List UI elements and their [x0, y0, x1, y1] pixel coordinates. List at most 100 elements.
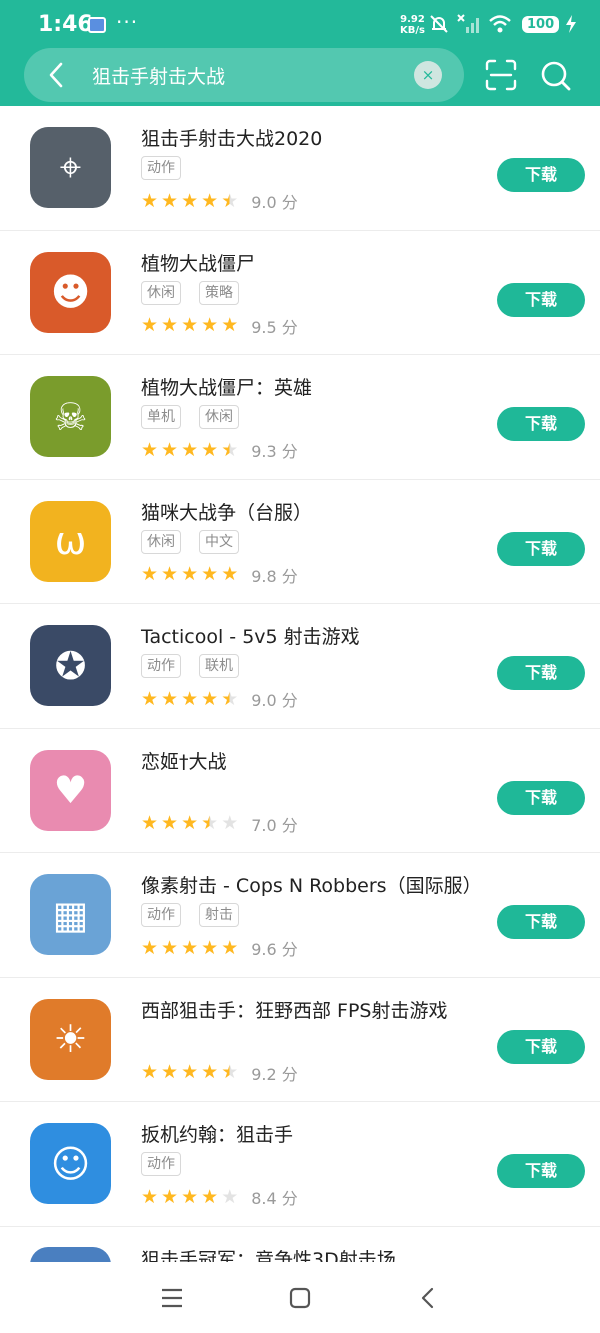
star-icon: ★: [181, 687, 199, 710]
app-name[interactable]: 植物大战僵尸: [141, 249, 255, 276]
app-tags: 动作 射击: [141, 903, 239, 927]
star-icon: ★: [141, 314, 159, 336]
app-tag: 策略: [199, 280, 239, 305]
star-icon: ★: [181, 563, 199, 585]
app-rating: ★ ★ ★ ★ ★ 9.6 分: [141, 936, 298, 960]
clear-search-button[interactable]: ×: [414, 61, 442, 89]
app-score: 9.0 分: [251, 691, 298, 710]
star-icon: ★: [141, 438, 159, 461]
app-name[interactable]: 恋姬†大战: [141, 747, 227, 774]
star-icon: ★: [141, 1061, 159, 1083]
app-icon[interactable]: ☠: [30, 376, 111, 457]
nav-back-button[interactable]: [408, 1282, 448, 1314]
app-tags: 动作: [141, 156, 181, 180]
search-icon: [541, 61, 571, 91]
app-tag: 动作: [141, 903, 181, 927]
app-tag: 射击: [199, 903, 239, 927]
download-button[interactable]: 下载: [497, 656, 585, 690]
app-tag: 休闲: [141, 280, 181, 305]
search-button[interactable]: [538, 58, 574, 94]
app-list-item[interactable]: ▦ 像素射击 - Cops N Robbers（国际服） 动作 射击 ★ ★ ★ ★ ★ 9.6 …: [0, 853, 600, 978]
app-name[interactable]: 植物大战僵尸：英雄: [141, 373, 312, 400]
recent-apps-button[interactable]: [152, 1282, 192, 1314]
app-list-item[interactable]: ☀ 西部狙击手：狂野西部 FPS射击游戏 ★ ★ ★ ★ ★ 9.2 分 下载: [0, 978, 600, 1102]
app-tag: 动作: [141, 1152, 181, 1176]
star-icon: ★: [221, 314, 239, 336]
app-list-item[interactable]: ♥ 恋姬†大战 ★ ★ ★ ★ ★ 7.0 分下载: [0, 729, 600, 853]
star-icon: ★: [161, 687, 179, 710]
download-button[interactable]: 下载: [497, 1029, 585, 1064]
app-name[interactable]: 扳机约翰：狙击手: [141, 1120, 293, 1147]
app-list-item[interactable]: ω 猫咪大战争（台服） 休闲 中文 ★ ★ ★ ★ ★ 9.8 分下载: [0, 480, 600, 604]
app-icon[interactable]: ♥: [30, 749, 111, 831]
app-tag: 中文: [199, 529, 239, 554]
rating-stars: ★ ★ ★ ★ ★: [141, 1187, 238, 1207]
search-input[interactable]: [92, 60, 402, 90]
rating-stars: ★ ★ ★ ★ ★: [141, 189, 238, 212]
app-tags: 动作 联机: [141, 654, 239, 678]
app-name[interactable]: 猫咪大战争（台服）: [141, 498, 312, 525]
app-icon-image: ⌖: [59, 145, 82, 189]
star-icon: ★: [161, 314, 179, 336]
star-icon: ★: [181, 812, 199, 834]
menu-icon: [162, 1288, 182, 1308]
app-icon[interactable]: ☺: [30, 1123, 111, 1204]
star-icon: ★: [141, 563, 159, 585]
app-score: 9.6 分: [251, 940, 298, 959]
app-icon[interactable]: ω: [30, 500, 111, 582]
app-list-item[interactable]: ✪ Tacticool - 5v5 射击游戏 动作 联机 ★ ★ ★ ★ ★ 9.0 分下载: [0, 604, 600, 729]
app-tags: 休闲 中文: [141, 529, 239, 554]
home-button[interactable]: [280, 1282, 320, 1314]
download-button[interactable]: 下载: [497, 407, 585, 441]
app-list-item[interactable]: ☺ 扳机约翰：狙击手 动作 ★ ★ ★ ★ ★ 8.4 分 下载: [0, 1102, 600, 1227]
app-name[interactable]: 狙击手冠军：竞争性3D射击场: [141, 1245, 396, 1263]
app-icon-image: ☠: [53, 394, 88, 439]
download-button[interactable]: 下载: [497, 905, 585, 939]
star-icon: ★: [201, 438, 219, 461]
star-icon: ★: [221, 563, 239, 585]
app-list-item[interactable]: ☻ 植物大战僵尸 休闲 策略 ★ ★ ★ ★ ★ 9.5 分下载: [0, 231, 600, 355]
download-button[interactable]: 下载: [497, 1154, 585, 1188]
star-icon: ★: [221, 936, 239, 959]
star-icon: ★: [201, 189, 219, 212]
download-button[interactable]: 下载: [497, 531, 585, 566]
app-icon-image: ☻: [50, 270, 91, 314]
back-button[interactable]: [38, 57, 74, 93]
app-list-item[interactable]: ⌖ 狙击手射击大战2020 动作 ★ ★ ★ ★ ★ 9.0 分 下载: [0, 106, 600, 231]
app-list-item[interactable]: ☠ 植物大战僵尸：英雄 单机 休闲 ★ ★ ★ ★ ★ 9.3 分下载: [0, 355, 600, 480]
app-rating: ★ ★ ★ ★ ★ 9.2 分: [141, 1061, 298, 1085]
app-icon[interactable]: [30, 1246, 111, 1262]
app-icon[interactable]: ☀: [30, 998, 111, 1080]
app-icon[interactable]: ☻: [30, 251, 111, 333]
app-icon[interactable]: ▦: [30, 874, 111, 955]
star-icon: ★: [141, 936, 159, 959]
app-tags: 休闲 策略: [141, 280, 239, 305]
rating-stars: ★ ★ ★ ★ ★: [141, 1063, 238, 1082]
app-icon-image: ω: [54, 519, 87, 563]
app-rating: ★ ★ ★ ★ ★ 9.0 分: [141, 189, 298, 213]
download-button[interactable]: 下载: [497, 158, 585, 192]
star-icon: ★: [201, 314, 219, 336]
download-button[interactable]: 下载: [497, 780, 585, 815]
app-rating: ★ ★ ★ ★ ★ 8.4 分: [141, 1185, 298, 1209]
app-name[interactable]: Tacticool - 5v5 射击游戏: [141, 622, 360, 649]
clock: 1:46: [38, 12, 93, 37]
app-name[interactable]: 像素射击 - Cops N Robbers（国际服）: [141, 871, 482, 898]
app-name[interactable]: 西部狙击手：狂野西部 FPS射击游戏: [141, 996, 448, 1023]
network-speed-unit: KB/s: [400, 25, 425, 36]
app-icon-image: ☺: [50, 1141, 91, 1186]
rating-stars: ★ ★ ★ ★ ★: [141, 936, 239, 959]
search-header: ×: [0, 46, 600, 106]
rating-stars: ★ ★ ★ ★ ★: [141, 316, 238, 335]
app-rating: ★ ★ ★ ★ ★ 9.8 分: [141, 563, 298, 587]
app-icon[interactable]: ⌖: [30, 127, 111, 208]
app-name[interactable]: 狙击手射击大战2020: [141, 124, 322, 151]
app-icon-image: ✪: [54, 643, 87, 688]
download-button[interactable]: 下载: [497, 282, 585, 317]
scan-button[interactable]: [484, 58, 518, 92]
star-icon: ★: [181, 438, 199, 461]
status-bar: 1:46 ··· 9.92 KB/s 100: [0, 0, 600, 46]
search-box: ×: [24, 48, 464, 102]
app-list-item[interactable]: 狙击手冠军：竞争性3D射击场: [0, 1227, 600, 1263]
app-icon[interactable]: ✪: [30, 625, 111, 706]
